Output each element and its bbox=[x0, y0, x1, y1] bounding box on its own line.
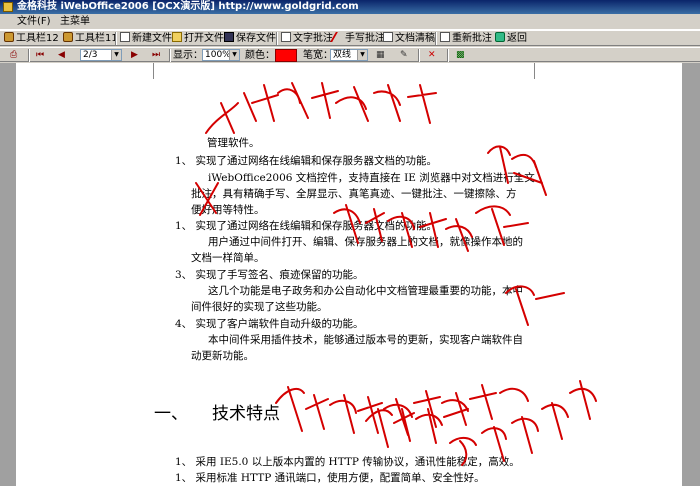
clean-document-label: 文档清稿 bbox=[395, 33, 435, 44]
prev-page-icon[interactable]: ◀ bbox=[58, 50, 65, 61]
text-note-icon bbox=[281, 32, 291, 42]
chevron-down-icon: ▼ bbox=[357, 50, 367, 60]
color-label: 颜色： bbox=[245, 50, 275, 61]
window-title-bar: 金格科技 iWebOffice2006 [OCX演示版] http://www.… bbox=[0, 0, 700, 14]
brush-width-value: 双线 bbox=[333, 50, 352, 60]
doc-line: 3、 实现了手写签名、痕迹保留的功能。 bbox=[175, 269, 364, 281]
back-label: 返回 bbox=[507, 33, 527, 44]
toolbar-separator bbox=[418, 49, 420, 62]
next-page-icon[interactable]: ▶ bbox=[131, 50, 138, 61]
doc-line: 用户通过中间件打开、编辑、保存服务器上的文档，就像操作本地的 bbox=[208, 236, 523, 248]
tool-icon bbox=[4, 32, 14, 42]
checkbox-icon bbox=[383, 32, 393, 42]
open-file-label: 打开文件 bbox=[184, 33, 224, 44]
toolbar-separator bbox=[169, 49, 171, 62]
toolbar-separator bbox=[28, 49, 30, 62]
re-annotate-label: 重新批注 bbox=[452, 33, 492, 44]
doc-line: 1、 实现了通过网络在线编辑和保存服务器文档的功能。 bbox=[175, 220, 438, 232]
document-viewport[interactable]: 管理软件。 1、 实现了通过网络在线编辑和保存服务器文档的功能。 iWebOff… bbox=[0, 63, 700, 486]
handwriting-annotation-label: 手写批注 bbox=[345, 33, 385, 44]
first-page-icon[interactable]: ⏮ bbox=[36, 50, 44, 61]
print-icon[interactable]: ⎙ bbox=[10, 50, 17, 61]
toolbar11-label: 工具栏11 bbox=[75, 33, 118, 44]
doc-line: iWebOffice2006 文档控件，支持直接在 IE 浏览器中对文档进行全文 bbox=[208, 172, 535, 184]
delete-icon[interactable]: ✕ bbox=[428, 50, 436, 61]
chevron-down-icon: ▼ bbox=[111, 50, 121, 60]
doc-line: 4、 实现了客户端软件自动升级的功能。 bbox=[175, 318, 364, 330]
brush-width-label: 笔宽： bbox=[303, 50, 333, 61]
toolbar-separator bbox=[276, 32, 278, 45]
display-label: 显示： bbox=[173, 50, 203, 61]
zoom-value: 100% bbox=[205, 50, 231, 60]
back-button[interactable]: 返回 bbox=[495, 32, 527, 45]
zoom-selector[interactable]: 100% ▼ bbox=[202, 49, 240, 61]
doc-line: 1、 采用 IE5.0 以上版本内置的 HTTP 传输协议，通讯性能稳定，高效。 bbox=[175, 456, 520, 468]
re-annotate-button[interactable]: 重新批注 bbox=[440, 32, 492, 45]
toolbar-separator bbox=[447, 49, 449, 62]
view-toolbar: ⎙ ⏮ ◀ 2/3 ▼ ▶ ⏭ 显示： 100% ▼ 颜色： 笔宽： 双线 ▼ ▦ ✎… bbox=[0, 47, 700, 62]
doc-line: 便好用等特性。 bbox=[191, 204, 265, 216]
main-toolbar: 工具栏12 工具栏11 新建文件 打开文件 保存文件 文字批注 手写批注 文档清… bbox=[0, 30, 700, 46]
pen-color-swatch[interactable] bbox=[275, 49, 297, 62]
tool-icon bbox=[63, 32, 73, 42]
folder-open-icon bbox=[172, 32, 182, 42]
menu-file[interactable]: 文件(F) bbox=[17, 15, 51, 28]
menu-bar: 文件(F) 主菜单 bbox=[0, 14, 700, 30]
text-annotation-button[interactable]: 文字批注 bbox=[281, 32, 333, 45]
doc-line: 本中间件采用插件技术，能够通过版本号的更新，实现客户端软件自 bbox=[208, 334, 523, 346]
margin-mark bbox=[153, 63, 154, 79]
back-icon bbox=[495, 32, 505, 42]
doc-line: 1、 实现了通过网络在线编辑和保存服务器文档的功能。 bbox=[175, 155, 438, 167]
new-file-button[interactable]: 新建文件 bbox=[120, 32, 172, 45]
toolbar-separator bbox=[435, 32, 437, 45]
toolbar12-label: 工具栏12 bbox=[16, 33, 59, 44]
grid-icon[interactable]: ▦ bbox=[376, 50, 385, 61]
save-file-button[interactable]: 保存文件 bbox=[224, 32, 276, 45]
save-icon bbox=[224, 32, 234, 42]
new-document-icon bbox=[120, 32, 130, 42]
section-heading: 技术特点 bbox=[212, 404, 280, 424]
text-annotation-label: 文字批注 bbox=[293, 33, 333, 44]
redo-annotation-icon bbox=[440, 32, 450, 42]
toolbar-separator bbox=[115, 32, 117, 45]
toolbar12-button[interactable]: 工具栏12 bbox=[4, 32, 59, 45]
toolbar11-button[interactable]: 工具栏11 bbox=[63, 32, 118, 45]
window-title: 金格科技 iWebOffice2006 [OCX演示版] http://www.… bbox=[17, 1, 359, 12]
chevron-down-icon: ▼ bbox=[229, 50, 239, 60]
brush-width-selector[interactable]: 双线 ▼ bbox=[330, 49, 368, 61]
margin-mark bbox=[534, 63, 535, 79]
pen-tool-icon[interactable]: ✎ bbox=[400, 50, 408, 61]
clean-document-button[interactable]: 文档清稿 bbox=[383, 32, 435, 45]
doc-line: 批注，具有精确手写、全屏显示、真笔真迹、一键批注、一键擦除、方 bbox=[191, 188, 517, 200]
new-file-label: 新建文件 bbox=[132, 33, 172, 44]
image-icon[interactable]: ▩ bbox=[456, 50, 465, 61]
page-selector[interactable]: 2/3 ▼ bbox=[80, 49, 122, 61]
handwriting-annotation-button[interactable]: 手写批注 bbox=[330, 32, 385, 45]
doc-line: 文档一样简单。 bbox=[191, 252, 265, 264]
page-value: 2/3 bbox=[83, 50, 98, 60]
doc-line: 这几个功能是电子政务和办公自动化中文档管理最重要的功能，本中 bbox=[208, 285, 523, 297]
doc-line: 1、 采用标准 HTTP 通讯端口，使用方便，配置简单、安全性好。 bbox=[175, 472, 485, 484]
save-file-label: 保存文件 bbox=[236, 33, 276, 44]
menu-main[interactable]: 主菜单 bbox=[60, 15, 90, 28]
open-file-button[interactable]: 打开文件 bbox=[172, 32, 224, 45]
doc-line: 间件很好的实现了这些功能。 bbox=[191, 301, 328, 313]
last-page-icon[interactable]: ⏭ bbox=[152, 50, 160, 61]
document-page[interactable]: 管理软件。 1、 实现了通过网络在线编辑和保存服务器文档的功能。 iWebOff… bbox=[16, 63, 682, 486]
section-number: 一、 bbox=[154, 404, 188, 424]
pen-icon bbox=[330, 32, 346, 42]
app-icon bbox=[3, 2, 13, 12]
doc-line: 动更新功能。 bbox=[191, 350, 254, 362]
doc-line: 管理软件。 bbox=[207, 137, 260, 149]
